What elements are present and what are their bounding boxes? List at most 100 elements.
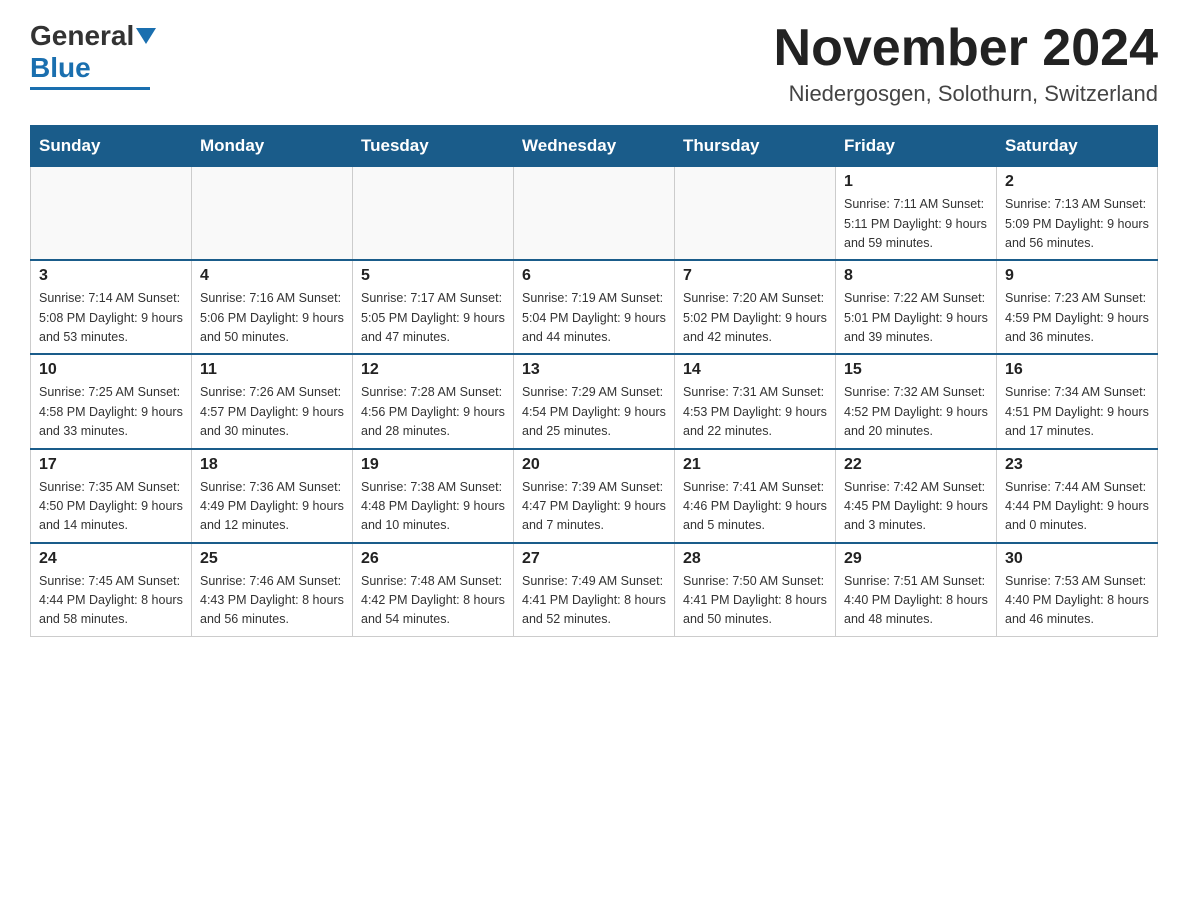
day-info: Sunrise: 7:25 AM Sunset: 4:58 PM Dayligh… xyxy=(39,383,183,441)
location-title: Niedergosgen, Solothurn, Switzerland xyxy=(774,81,1158,107)
day-info: Sunrise: 7:19 AM Sunset: 5:04 PM Dayligh… xyxy=(522,289,666,347)
calendar-cell: 3 Sunrise: 7:14 AM Sunset: 5:08 PM Daylig… xyxy=(31,260,192,354)
day-info: Sunrise: 7:42 AM Sunset: 4:45 PM Dayligh… xyxy=(844,478,988,536)
day-info: Sunrise: 7:48 AM Sunset: 4:42 PM Dayligh… xyxy=(361,572,505,630)
day-info: Sunrise: 7:49 AM Sunset: 4:41 PM Dayligh… xyxy=(522,572,666,630)
day-number: 25 xyxy=(200,550,344,568)
day-info: Sunrise: 7:36 AM Sunset: 4:49 PM Dayligh… xyxy=(200,478,344,536)
day-info: Sunrise: 7:45 AM Sunset: 4:44 PM Dayligh… xyxy=(39,572,183,630)
calendar-cell: 12 Sunrise: 7:28 AM Sunset: 4:56 PM Dayli… xyxy=(353,354,514,448)
day-info: Sunrise: 7:32 AM Sunset: 4:52 PM Dayligh… xyxy=(844,383,988,441)
calendar-cell: 11 Sunrise: 7:26 AM Sunset: 4:57 PM Dayli… xyxy=(192,354,353,448)
day-number: 11 xyxy=(200,361,344,379)
header-tuesday: Tuesday xyxy=(353,126,514,167)
calendar-cell: 18 Sunrise: 7:36 AM Sunset: 4:49 PM Dayli… xyxy=(192,449,353,543)
day-info: Sunrise: 7:53 AM Sunset: 4:40 PM Dayligh… xyxy=(1005,572,1149,630)
day-number: 26 xyxy=(361,550,505,568)
calendar-cell: 8 Sunrise: 7:22 AM Sunset: 5:01 PM Daylig… xyxy=(836,260,997,354)
calendar-cell: 2 Sunrise: 7:13 AM Sunset: 5:09 PM Daylig… xyxy=(997,167,1158,261)
header-wednesday: Wednesday xyxy=(514,126,675,167)
calendar-cell: 5Sunrise: 7:17 AM Sunset: 5:05 PM Daylig… xyxy=(353,260,514,354)
calendar-table: Sunday Monday Tuesday Wednesday Thursday… xyxy=(30,125,1158,637)
day-info: Sunrise: 7:35 AM Sunset: 4:50 PM Dayligh… xyxy=(39,478,183,536)
day-number: 12 xyxy=(361,361,505,379)
logo: General Blue xyxy=(30,20,156,90)
day-number: 1 xyxy=(844,173,988,191)
day-number: 6 xyxy=(522,267,666,285)
calendar-week-3: 10 Sunrise: 7:25 AM Sunset: 4:58 PM Dayli… xyxy=(31,354,1158,448)
day-number: 23 xyxy=(1005,456,1149,474)
day-number: 4 xyxy=(200,267,344,285)
calendar-cell: 21 Sunrise: 7:41 AM Sunset: 4:46 PM Dayli… xyxy=(675,449,836,543)
logo-general-text: General xyxy=(30,20,134,52)
day-info: Sunrise: 7:28 AM Sunset: 4:56 PM Dayligh… xyxy=(361,383,505,441)
day-info: Sunrise: 7:51 AM Sunset: 4:40 PM Dayligh… xyxy=(844,572,988,630)
calendar-week-1: 1 Sunrise: 7:11 AM Sunset: 5:11 PM Daylig… xyxy=(31,167,1158,261)
calendar-cell: 22Sunrise: 7:42 AM Sunset: 4:45 PM Dayli… xyxy=(836,449,997,543)
calendar-cell xyxy=(31,167,192,261)
month-title: November 2024 xyxy=(774,20,1158,77)
day-number: 28 xyxy=(683,550,827,568)
day-info: Sunrise: 7:39 AM Sunset: 4:47 PM Dayligh… xyxy=(522,478,666,536)
day-info: Sunrise: 7:13 AM Sunset: 5:09 PM Dayligh… xyxy=(1005,195,1149,253)
day-number: 19 xyxy=(361,456,505,474)
day-number: 21 xyxy=(683,456,827,474)
day-number: 8 xyxy=(844,267,988,285)
day-number: 17 xyxy=(39,456,183,474)
calendar-cell: 20Sunrise: 7:39 AM Sunset: 4:47 PM Dayli… xyxy=(514,449,675,543)
day-number: 10 xyxy=(39,361,183,379)
day-number: 30 xyxy=(1005,550,1149,568)
calendar-cell: 6 Sunrise: 7:19 AM Sunset: 5:04 PM Daylig… xyxy=(514,260,675,354)
day-info: Sunrise: 7:31 AM Sunset: 4:53 PM Dayligh… xyxy=(683,383,827,441)
day-number: 9 xyxy=(1005,267,1149,285)
header-monday: Monday xyxy=(192,126,353,167)
day-info: Sunrise: 7:14 AM Sunset: 5:08 PM Dayligh… xyxy=(39,289,183,347)
calendar-cell: 15Sunrise: 7:32 AM Sunset: 4:52 PM Dayli… xyxy=(836,354,997,448)
calendar-cell: 13Sunrise: 7:29 AM Sunset: 4:54 PM Dayli… xyxy=(514,354,675,448)
day-info: Sunrise: 7:23 AM Sunset: 4:59 PM Dayligh… xyxy=(1005,289,1149,347)
calendar-cell xyxy=(675,167,836,261)
day-info: Sunrise: 7:26 AM Sunset: 4:57 PM Dayligh… xyxy=(200,383,344,441)
header-saturday: Saturday xyxy=(997,126,1158,167)
calendar-cell: 25Sunrise: 7:46 AM Sunset: 4:43 PM Dayli… xyxy=(192,543,353,637)
day-info: Sunrise: 7:22 AM Sunset: 5:01 PM Dayligh… xyxy=(844,289,988,347)
header-friday: Friday xyxy=(836,126,997,167)
calendar-week-2: 3 Sunrise: 7:14 AM Sunset: 5:08 PM Daylig… xyxy=(31,260,1158,354)
calendar-cell: 29Sunrise: 7:51 AM Sunset: 4:40 PM Dayli… xyxy=(836,543,997,637)
title-block: November 2024 Niedergosgen, Solothurn, S… xyxy=(774,20,1158,107)
day-info: Sunrise: 7:50 AM Sunset: 4:41 PM Dayligh… xyxy=(683,572,827,630)
calendar-week-4: 17 Sunrise: 7:35 AM Sunset: 4:50 PM Dayli… xyxy=(31,449,1158,543)
logo-blue-text: Blue xyxy=(30,52,91,84)
calendar-cell: 28 Sunrise: 7:50 AM Sunset: 4:41 PM Dayli… xyxy=(675,543,836,637)
day-number: 27 xyxy=(522,550,666,568)
calendar-cell: 9 Sunrise: 7:23 AM Sunset: 4:59 PM Daylig… xyxy=(997,260,1158,354)
calendar-cell: 30 Sunrise: 7:53 AM Sunset: 4:40 PM Dayli… xyxy=(997,543,1158,637)
day-number: 3 xyxy=(39,267,183,285)
calendar-cell: 24 Sunrise: 7:45 AM Sunset: 4:44 PM Dayli… xyxy=(31,543,192,637)
day-number: 2 xyxy=(1005,173,1149,191)
day-number: 14 xyxy=(683,361,827,379)
day-number: 18 xyxy=(200,456,344,474)
day-info: Sunrise: 7:41 AM Sunset: 4:46 PM Dayligh… xyxy=(683,478,827,536)
day-info: Sunrise: 7:34 AM Sunset: 4:51 PM Dayligh… xyxy=(1005,383,1149,441)
day-number: 7 xyxy=(683,267,827,285)
logo-triangle-icon xyxy=(136,28,156,44)
calendar-cell: 7Sunrise: 7:20 AM Sunset: 5:02 PM Daylig… xyxy=(675,260,836,354)
page-header: General Blue November 2024 Niedergosgen,… xyxy=(30,20,1158,107)
day-number: 5 xyxy=(361,267,505,285)
day-number: 24 xyxy=(39,550,183,568)
calendar-cell: 19 Sunrise: 7:38 AM Sunset: 4:48 PM Dayli… xyxy=(353,449,514,543)
calendar-header-row: Sunday Monday Tuesday Wednesday Thursday… xyxy=(31,126,1158,167)
header-sunday: Sunday xyxy=(31,126,192,167)
calendar-cell xyxy=(514,167,675,261)
calendar-cell: 16Sunrise: 7:34 AM Sunset: 4:51 PM Dayli… xyxy=(997,354,1158,448)
day-info: Sunrise: 7:38 AM Sunset: 4:48 PM Dayligh… xyxy=(361,478,505,536)
day-info: Sunrise: 7:11 AM Sunset: 5:11 PM Dayligh… xyxy=(844,195,988,253)
calendar-cell xyxy=(192,167,353,261)
header-thursday: Thursday xyxy=(675,126,836,167)
calendar-cell: 26 Sunrise: 7:48 AM Sunset: 4:42 PM Dayli… xyxy=(353,543,514,637)
calendar-week-5: 24 Sunrise: 7:45 AM Sunset: 4:44 PM Dayli… xyxy=(31,543,1158,637)
day-info: Sunrise: 7:16 AM Sunset: 5:06 PM Dayligh… xyxy=(200,289,344,347)
day-number: 13 xyxy=(522,361,666,379)
calendar-cell xyxy=(353,167,514,261)
